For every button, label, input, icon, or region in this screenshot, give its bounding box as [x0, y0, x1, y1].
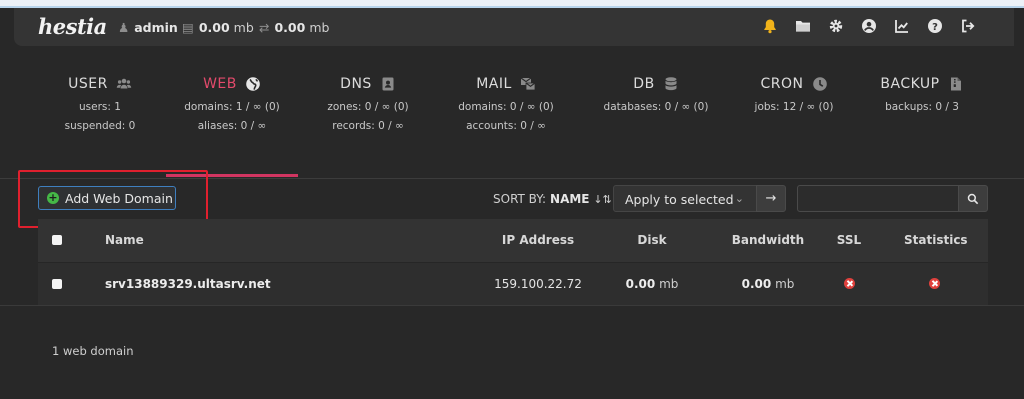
- top-navbar: hestia ♟ admin ▤ 0.00 mb ⇄ 0.00 mb ?: [14, 8, 1014, 46]
- row-disk-value: 0.00: [625, 277, 656, 291]
- tab-mail-line: accounts: 0 / ∞: [466, 120, 546, 132]
- file-archive-icon: [950, 77, 961, 91]
- folder-icon[interactable]: [795, 16, 811, 36]
- user-icon: ♟: [118, 20, 130, 35]
- select-all-checkbox[interactable]: [52, 219, 62, 262]
- stats-tabs: USER users: 1 suspended: 0 WEB domains: …: [0, 70, 1024, 150]
- table-bottom-divider: [0, 305, 1024, 306]
- tab-user[interactable]: USER users: 1 suspended: 0: [30, 70, 170, 136]
- tab-mail[interactable]: MAIL domains: 0 / ∞ (0) accounts: 0 / ∞: [436, 70, 576, 136]
- bandwidth-usage: ⇄ 0.00 mb: [259, 20, 329, 35]
- help-icon[interactable]: ?: [927, 16, 943, 36]
- sort-by-label: SORT BY:: [493, 192, 547, 206]
- browser-top-strip: [0, 0, 1024, 8]
- tab-db-title: DB: [633, 76, 655, 92]
- tab-web-line: domains: 1 / ∞ (0): [184, 101, 280, 113]
- search-icon: [967, 193, 979, 204]
- apply-bulk-button[interactable]: →: [756, 185, 786, 212]
- col-disk[interactable]: Disk: [614, 219, 690, 262]
- tab-backup-title: BACKUP: [880, 76, 940, 92]
- search-button[interactable]: [958, 185, 988, 212]
- x-circle-icon: [928, 278, 940, 289]
- hestia-logo[interactable]: hestia: [38, 14, 107, 39]
- row-checkbox[interactable]: [52, 263, 62, 306]
- chevron-down-icon: ⌄: [734, 192, 744, 205]
- svg-text:?: ?: [932, 22, 938, 33]
- tab-web-line: aliases: 0 / ∞: [197, 120, 267, 132]
- mail-bulk-icon: [520, 77, 536, 91]
- disk-usage-value: 0.00: [198, 20, 230, 35]
- row-disk-unit: mb: [659, 277, 679, 291]
- col-statistics: Statistics: [904, 233, 968, 247]
- bandwidth-usage-value: 0.00: [274, 20, 306, 35]
- col-ssl: SSL: [836, 233, 862, 247]
- row-bandwidth-unit: mb: [775, 277, 795, 291]
- clock-icon: [812, 77, 827, 91]
- tab-cron-line: jobs: 12 / ∞ (0): [754, 101, 834, 113]
- tab-user-title: USER: [68, 76, 108, 92]
- tab-dns-title: DNS: [340, 76, 372, 92]
- database-icon: [665, 77, 677, 91]
- disk-usage-unit: mb: [233, 20, 254, 35]
- bell-icon[interactable]: [762, 16, 778, 36]
- tab-mail-title: MAIL: [476, 76, 512, 92]
- web-domains-table: Name IP Address Disk Bandwidth SSL Stati…: [38, 219, 988, 305]
- username: admin: [134, 20, 178, 35]
- gear-icon[interactable]: [828, 16, 844, 36]
- address-book-icon: [382, 77, 394, 91]
- disk-usage: ▤ 0.00 mb: [182, 20, 254, 35]
- tab-dns[interactable]: DNS zones: 0 / ∞ (0) records: 0 / ∞: [298, 70, 438, 136]
- col-name[interactable]: Name: [105, 219, 144, 262]
- tab-cron-title: CRON: [760, 76, 804, 92]
- row-disk: 0.00 mb: [614, 263, 690, 306]
- tab-user-line: suspended: 0: [64, 120, 136, 132]
- sort-by-control[interactable]: SORT BY: NAME ↓⇅: [493, 192, 612, 206]
- top-actions: ?: [762, 16, 976, 36]
- tab-db-line: databases: 0 / ∞ (0): [603, 101, 709, 113]
- tab-backup-line: backups: 0 / 3: [885, 101, 959, 113]
- tab-backup[interactable]: BACKUP backups: 0 / 3: [852, 70, 992, 117]
- tab-cron[interactable]: CRON jobs: 12 / ∞ (0): [724, 70, 864, 117]
- user-circle-icon[interactable]: [861, 16, 877, 36]
- chart-icon[interactable]: [894, 16, 910, 36]
- tab-web[interactable]: WEB domains: 1 / ∞ (0) aliases: 0 / ∞: [162, 70, 302, 136]
- col-bandwidth[interactable]: Bandwidth: [722, 219, 814, 262]
- table-header: Name IP Address Disk Bandwidth SSL Stati…: [38, 219, 988, 262]
- domain-count: 1 web domain: [52, 344, 134, 358]
- bulk-action-select[interactable]: Apply to selected ⌄: [613, 185, 757, 212]
- x-circle-icon: [843, 278, 855, 289]
- row-ssl-status: [834, 263, 864, 306]
- bulk-action-selected: Apply to selected: [625, 192, 734, 207]
- row-ip-address: 159.100.22.72: [494, 277, 582, 291]
- row-bandwidth-value: 0.00: [741, 277, 772, 291]
- exchange-icon: ⇄: [259, 20, 270, 35]
- current-user[interactable]: ♟ admin: [118, 20, 178, 35]
- row-bandwidth: 0.00 mb: [722, 263, 814, 306]
- row-statistics-status: [904, 263, 964, 306]
- tab-db[interactable]: DB databases: 0 / ∞ (0): [586, 70, 726, 117]
- bandwidth-usage-unit: mb: [309, 20, 330, 35]
- tab-dns-line: records: 0 / ∞: [332, 120, 404, 132]
- search-input[interactable]: [797, 185, 959, 212]
- logout-icon[interactable]: [960, 16, 976, 36]
- domain-name-link[interactable]: srv13889329.ultasrv.net: [105, 263, 271, 306]
- sort-by-value: NAME: [550, 192, 590, 206]
- table-row: srv13889329.ultasrv.net 159.100.22.72 0.…: [38, 262, 988, 305]
- tab-user-line: users: 1: [79, 101, 121, 113]
- globe-icon: [246, 77, 260, 91]
- col-ip-address[interactable]: IP Address: [478, 219, 598, 262]
- tab-mail-line: domains: 0 / ∞ (0): [458, 101, 554, 113]
- hdd-icon: ▤: [182, 20, 194, 35]
- tab-dns-line: zones: 0 / ∞ (0): [327, 101, 409, 113]
- tab-web-title: WEB: [203, 76, 237, 92]
- sort-alpha-down-icon: ↓⇅: [593, 193, 612, 206]
- users-icon: [116, 78, 132, 89]
